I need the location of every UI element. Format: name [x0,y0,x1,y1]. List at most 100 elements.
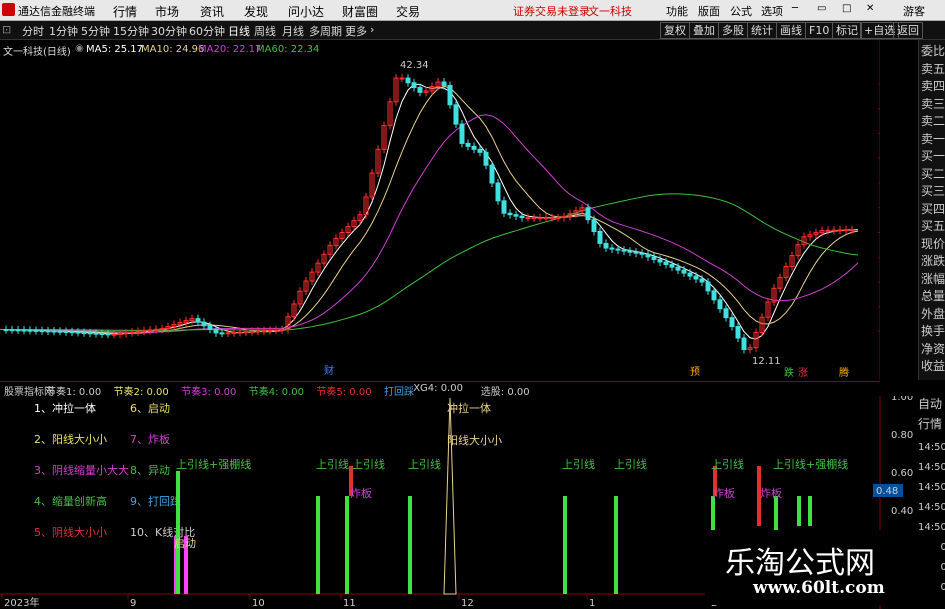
legend-item: 5、阴线大小小 [34,525,107,539]
candle-body [591,219,597,233]
quote-field-label: 卖四 [921,79,945,93]
quote-field-label: 涨幅 [921,271,945,286]
indicator-bar [408,496,412,594]
candle-body [63,330,69,333]
fuquan-button[interactable]: 复权 [660,22,690,39]
kline-chart[interactable]: 40.0037.5035.0032.5030.0027.5025.0022.50… [0,40,880,380]
lower-panel-label: 行情 [918,417,942,431]
menu-zixun[interactable]: 资讯 [200,3,224,20]
tab-monthly[interactable]: 月线 [282,23,304,39]
candle-body [453,104,459,125]
stats-button[interactable]: 统计 [747,22,777,39]
watermark-url: www.60lt.com [753,578,885,598]
quote-field-label: 外盘 [921,306,945,321]
tab-weekly[interactable]: 周线 [254,23,276,39]
candle-body [75,331,81,334]
legend-item: 9、打回踩 [130,494,181,508]
tab-30min[interactable]: 30分钟 [151,23,187,39]
draw-line-button[interactable]: 画线 [776,22,806,39]
tab-1min[interactable]: 1分钟 [49,23,78,39]
quote-side-panel: 委比 卖五 卖四 卖三 卖二 卖一 买一 买二 买三 买四 买五 现价 涨跌 涨幅 总量 外盘 换手 净资 收益 [918,40,945,380]
menu-shichang[interactable]: 市场 [155,3,179,20]
chevron-right-icon[interactable]: › [370,23,374,36]
menu-gongshi[interactable]: 公式 [730,3,752,19]
legend-item: 7、炸板 [130,432,170,446]
quote-field-label: 买二 [921,166,945,181]
overlay-button[interactable]: 叠加 [689,22,719,39]
tab-fenshi[interactable]: 分时 [22,23,44,39]
low-annotation: 12.11 [752,356,781,367]
candle-body [471,145,477,150]
candle-body [723,308,729,319]
candle-body [117,333,123,336]
tab-5min[interactable]: 5分钟 [81,23,110,39]
candle-body [33,329,39,332]
candle-body [501,200,507,214]
candle-body [261,330,267,333]
lower-panel-label: 14:50 [918,502,945,513]
app-title: 通达信金融终端 [18,5,95,18]
stock-label-top: 文一科技 [588,5,632,18]
f10-button[interactable]: F10 [805,22,834,39]
indicator-bar [176,471,180,594]
candle-body [537,217,543,220]
candle-body [87,332,93,335]
menu-hangqing[interactable]: 行情 [113,3,137,20]
restore-icon[interactable]: ▭ [817,3,826,14]
candle-body [9,329,15,332]
candle-body [717,299,723,310]
legend-item: 1、冲拉一体 [34,401,96,415]
menu-faxian[interactable]: 发现 [244,3,268,20]
candle-body [399,77,405,80]
tab-15min[interactable]: 15分钟 [113,23,149,39]
minimize-icon[interactable]: ─ [792,3,798,14]
menu-wenxiaoda[interactable]: 问小达 [288,3,324,20]
candle-body [843,229,849,232]
candle-body [729,317,735,328]
time-label: 9 [130,598,136,609]
label-shangyin-5: 上引线 [614,457,647,471]
menu-caifuquan[interactable]: 财富圈 [342,3,378,20]
label-shangyin-4: 上引线 [562,457,595,471]
candle-body [135,330,141,333]
mark-button[interactable]: 标记 [832,22,862,39]
quote-field-label: 卖一 [921,131,945,146]
app-logo-icon [2,3,15,16]
yu-marker: 预 [690,366,700,378]
candle-body [69,331,75,334]
menu-jiaoyi[interactable]: 交易 [396,3,420,20]
menu-gongneng[interactable]: 功能 [666,3,688,19]
candle-body [147,329,153,332]
candle-body [609,247,615,250]
candle-body [447,84,453,106]
menu-banmian[interactable]: 版面 [698,3,720,19]
candle-body [525,217,531,220]
candle-body [477,148,483,153]
pin-icon[interactable]: ⊡ [2,23,11,36]
candle-body [441,81,447,86]
label-shangyin-1: 上引线 [316,457,349,471]
tab-multi-period[interactable]: 多周期 [309,23,342,39]
quote-field-label: 换手 [921,324,945,338]
tab-60min[interactable]: 60分钟 [189,23,225,39]
tab-more[interactable]: 更多 [345,23,367,39]
indicator-axis-label: 0.40 [891,506,913,517]
indicator-legend: 1、冲拉一体 2、阳线大小小 3、阴线缩量小大大 4、缩量创新高 5、阴线大小小 6、启动… [34,401,195,539]
tab-daily[interactable]: 日线 [228,23,250,39]
legend-item: 6、启动 [130,402,170,415]
login-notice[interactable]: 证券交易未登录 [513,3,590,19]
indicator-bar [316,496,320,594]
guest-label[interactable]: 游客 [903,3,925,19]
menu-xuanxiang[interactable]: 选项 [761,3,783,19]
back-button[interactable]: 返回 [893,22,923,39]
close-icon[interactable]: ✕ [866,3,874,14]
candle-body [195,318,201,323]
candle-body [39,330,45,333]
candle-body [561,216,567,219]
label-zhaban-1: 炸板 [350,486,372,500]
multi-stock-button[interactable]: 多股 [718,22,748,39]
candle-body [483,151,489,166]
candle-body [639,252,645,255]
maximize-icon[interactable]: □ [842,3,851,14]
time-axis: 2023年910111212 [1,594,717,609]
